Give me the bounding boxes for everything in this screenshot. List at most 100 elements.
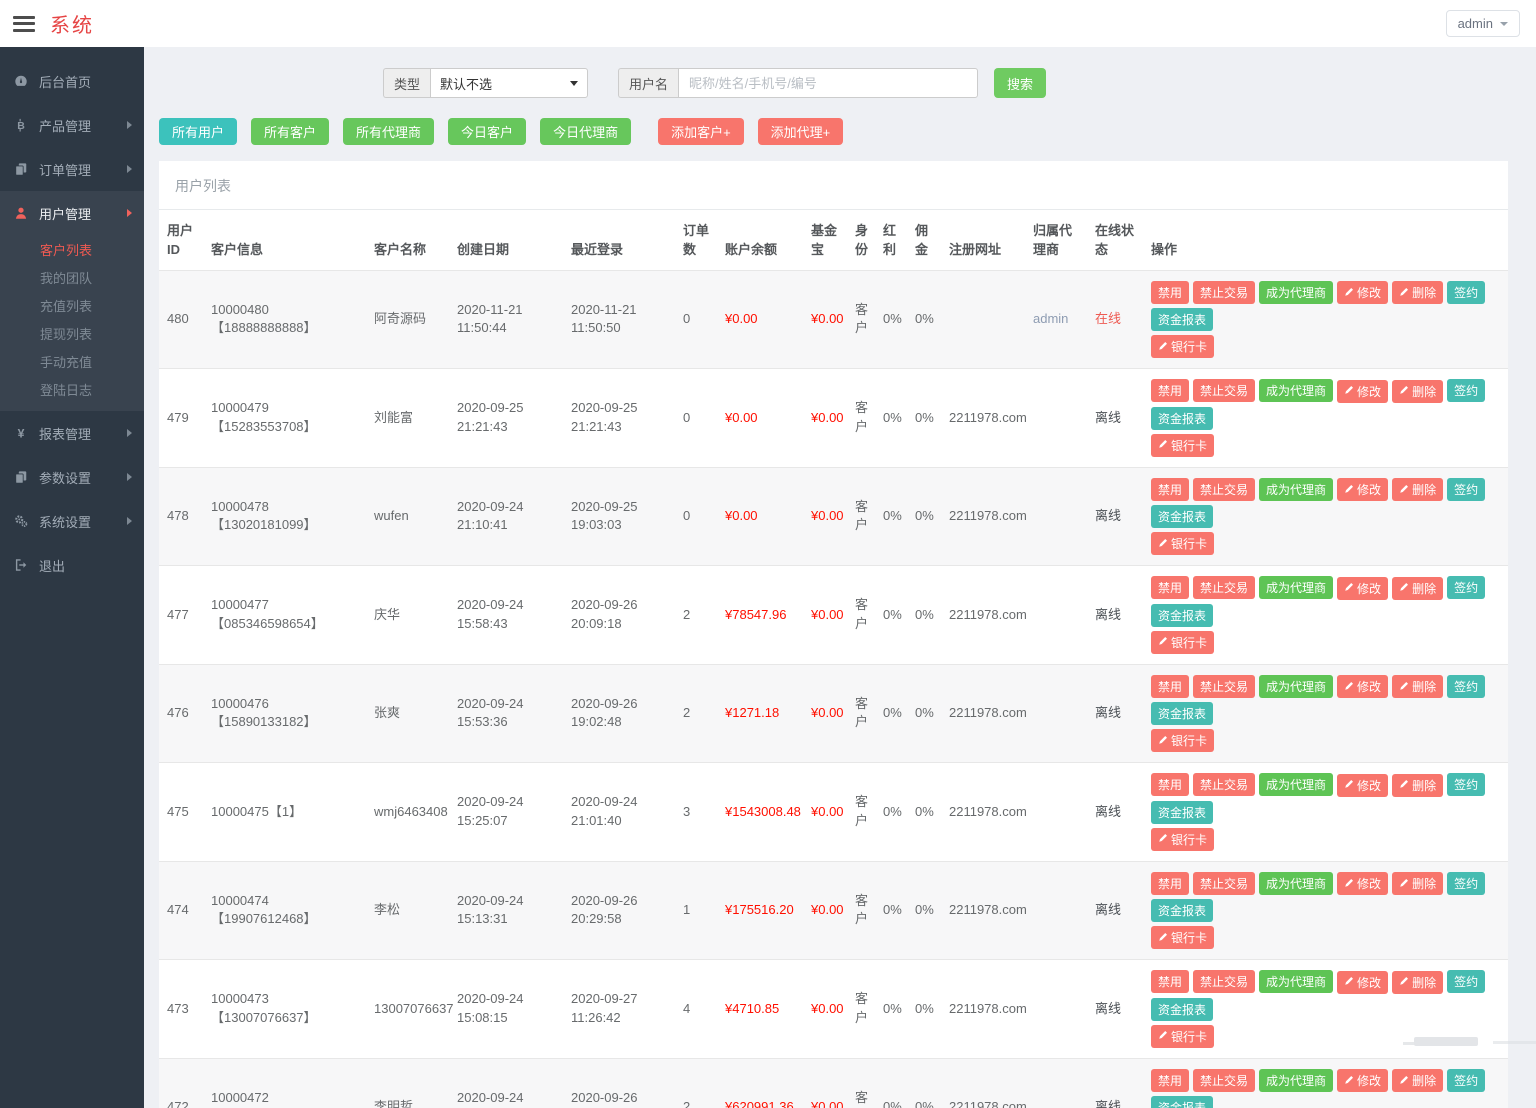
row-action-禁用[interactable]: 禁用	[1151, 281, 1189, 304]
row-action-删除[interactable]: 删除	[1392, 478, 1443, 501]
row-action-禁止交易[interactable]: 禁止交易	[1193, 379, 1255, 402]
row-action-删除[interactable]: 删除	[1392, 281, 1443, 304]
toolbar-button-添加客户+[interactable]: 添加客户+	[658, 118, 744, 145]
row-action-成为代理商[interactable]: 成为代理商	[1259, 872, 1333, 895]
row-action-成为代理商[interactable]: 成为代理商	[1259, 970, 1333, 993]
row-action-禁止交易[interactable]: 禁止交易	[1193, 1069, 1255, 1092]
row-action-资金报表[interactable]: 资金报表	[1151, 899, 1213, 922]
row-action-资金报表[interactable]: 资金报表	[1151, 308, 1213, 331]
row-action-签约[interactable]: 签约	[1447, 872, 1485, 895]
sidebar-item-订单管理[interactable]: 订单管理	[0, 147, 144, 191]
row-action-资金报表[interactable]: 资金报表	[1151, 505, 1213, 528]
row-action-禁用[interactable]: 禁用	[1151, 773, 1189, 796]
toolbar-button-添加代理+[interactable]: 添加代理+	[758, 118, 844, 145]
sidebar-item-产品管理[interactable]: B产品管理	[0, 103, 144, 147]
row-action-禁止交易[interactable]: 禁止交易	[1193, 872, 1255, 895]
menu-toggle-icon[interactable]	[13, 12, 35, 35]
row-action-资金报表[interactable]: 资金报表	[1151, 801, 1213, 824]
row-action-删除[interactable]: 删除	[1392, 1069, 1443, 1092]
row-action-修改[interactable]: 修改	[1337, 971, 1388, 994]
row-action-资金报表[interactable]: 资金报表	[1151, 407, 1213, 430]
row-action-成为代理商[interactable]: 成为代理商	[1259, 478, 1333, 501]
row-action-禁用[interactable]: 禁用	[1151, 379, 1189, 402]
balance-cell: ¥1543008.48	[717, 763, 803, 862]
row-action-银行卡[interactable]: 银行卡	[1151, 926, 1214, 949]
sidebar-item-参数设置[interactable]: 参数设置	[0, 455, 144, 499]
row-action-成为代理商[interactable]: 成为代理商	[1259, 675, 1333, 698]
sidebar-subitem-提现列表[interactable]: 提现列表	[0, 319, 144, 347]
sidebar-item-系统设置[interactable]: 系统设置	[0, 499, 144, 543]
row-action-银行卡[interactable]: 银行卡	[1151, 631, 1214, 654]
row-action-修改[interactable]: 修改	[1337, 675, 1388, 698]
row-action-签约[interactable]: 签约	[1447, 576, 1485, 599]
row-action-资金报表[interactable]: 资金报表	[1151, 1096, 1213, 1108]
row-action-删除[interactable]: 删除	[1392, 872, 1443, 895]
row-action-资金报表[interactable]: 资金报表	[1151, 604, 1213, 627]
row-action-禁用[interactable]: 禁用	[1151, 1069, 1189, 1092]
row-action-禁止交易[interactable]: 禁止交易	[1193, 773, 1255, 796]
row-action-银行卡[interactable]: 银行卡	[1151, 335, 1214, 358]
sidebar-subitem-登陆日志[interactable]: 登陆日志	[0, 375, 144, 403]
user-menu[interactable]: admin	[1446, 10, 1520, 37]
row-action-银行卡[interactable]: 银行卡	[1151, 434, 1214, 457]
row-action-修改[interactable]: 修改	[1337, 774, 1388, 797]
row-action-资金报表[interactable]: 资金报表	[1151, 998, 1213, 1021]
username-input[interactable]	[678, 68, 978, 98]
sidebar-item-用户管理[interactable]: 用户管理	[0, 191, 144, 235]
agent-link[interactable]: admin	[1033, 311, 1068, 326]
row-action-成为代理商[interactable]: 成为代理商	[1259, 281, 1333, 304]
row-action-禁止交易[interactable]: 禁止交易	[1193, 576, 1255, 599]
row-action-禁止交易[interactable]: 禁止交易	[1193, 675, 1255, 698]
sidebar-subitem-充值列表[interactable]: 充值列表	[0, 291, 144, 319]
row-action-签约[interactable]: 签约	[1447, 970, 1485, 993]
row-action-资金报表[interactable]: 资金报表	[1151, 702, 1213, 725]
row-action-禁用[interactable]: 禁用	[1151, 576, 1189, 599]
search-button[interactable]: 搜索	[994, 68, 1046, 98]
toolbar-button-所有客户[interactable]: 所有客户	[251, 118, 329, 145]
row-action-修改[interactable]: 修改	[1337, 577, 1388, 600]
row-action-银行卡[interactable]: 银行卡	[1151, 532, 1214, 555]
row-action-禁用[interactable]: 禁用	[1151, 970, 1189, 993]
row-action-禁止交易[interactable]: 禁止交易	[1193, 970, 1255, 993]
row-action-禁用[interactable]: 禁用	[1151, 872, 1189, 895]
row-action-修改[interactable]: 修改	[1337, 478, 1388, 501]
row-action-签约[interactable]: 签约	[1447, 675, 1485, 698]
row-action-修改[interactable]: 修改	[1337, 380, 1388, 403]
row-action-签约[interactable]: 签约	[1447, 379, 1485, 402]
row-action-签约[interactable]: 签约	[1447, 773, 1485, 796]
toolbar-button-今日客户[interactable]: 今日客户	[448, 118, 526, 145]
row-action-银行卡[interactable]: 银行卡	[1151, 1025, 1214, 1048]
row-action-删除[interactable]: 删除	[1392, 774, 1443, 797]
sidebar-item-报表管理[interactable]: ¥报表管理	[0, 411, 144, 455]
toolbar-button-今日代理商[interactable]: 今日代理商	[540, 118, 631, 145]
sidebar-item-后台首页[interactable]: 后台首页	[0, 59, 144, 103]
row-action-删除[interactable]: 删除	[1392, 971, 1443, 994]
sidebar-item-label: 用户管理	[39, 204, 91, 223]
toolbar-button-所有代理商[interactable]: 所有代理商	[343, 118, 434, 145]
row-action-禁用[interactable]: 禁用	[1151, 675, 1189, 698]
toolbar-button-所有用户[interactable]: 所有用户	[159, 118, 237, 145]
row-action-禁用[interactable]: 禁用	[1151, 478, 1189, 501]
row-action-成为代理商[interactable]: 成为代理商	[1259, 379, 1333, 402]
row-action-删除[interactable]: 删除	[1392, 577, 1443, 600]
row-action-成为代理商[interactable]: 成为代理商	[1259, 576, 1333, 599]
row-action-删除[interactable]: 删除	[1392, 675, 1443, 698]
row-action-修改[interactable]: 修改	[1337, 281, 1388, 304]
sidebar-subitem-我的团队[interactable]: 我的团队	[0, 263, 144, 291]
row-action-禁止交易[interactable]: 禁止交易	[1193, 281, 1255, 304]
row-action-删除[interactable]: 删除	[1392, 380, 1443, 403]
row-action-签约[interactable]: 签约	[1447, 281, 1485, 304]
sidebar-subitem-客户列表[interactable]: 客户列表	[0, 235, 144, 263]
row-action-银行卡[interactable]: 银行卡	[1151, 828, 1214, 851]
type-select[interactable]: 默认不选	[430, 68, 588, 98]
row-action-禁止交易[interactable]: 禁止交易	[1193, 478, 1255, 501]
row-action-银行卡[interactable]: 银行卡	[1151, 729, 1214, 752]
row-action-签约[interactable]: 签约	[1447, 1069, 1485, 1092]
sidebar-item-退出[interactable]: 退出	[0, 543, 144, 587]
row-action-签约[interactable]: 签约	[1447, 478, 1485, 501]
sidebar-subitem-手动充值[interactable]: 手动充值	[0, 347, 144, 375]
row-action-成为代理商[interactable]: 成为代理商	[1259, 773, 1333, 796]
row-action-修改[interactable]: 修改	[1337, 1069, 1388, 1092]
row-action-成为代理商[interactable]: 成为代理商	[1259, 1069, 1333, 1092]
row-action-修改[interactable]: 修改	[1337, 872, 1388, 895]
